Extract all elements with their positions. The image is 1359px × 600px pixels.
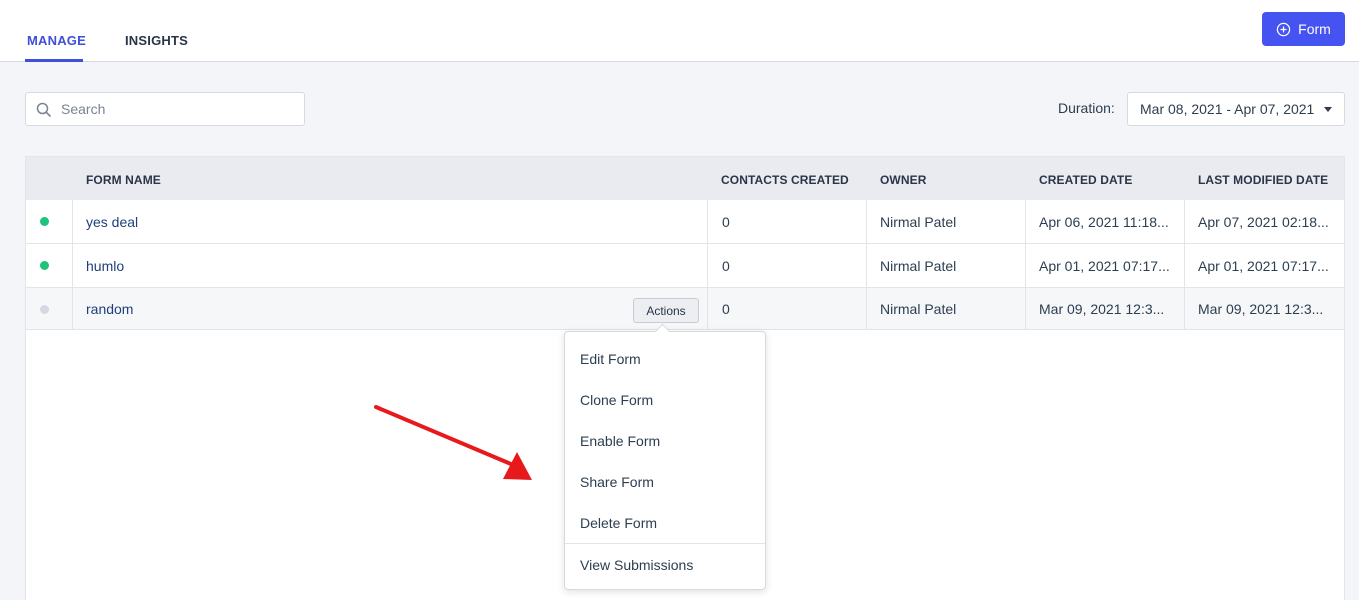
menu-item-clone-form[interactable]: Clone Form: [580, 392, 653, 408]
chevron-down-icon: [1324, 107, 1332, 112]
form-name-link[interactable]: yes deal: [86, 200, 646, 243]
table-header: FORM NAME CONTACTS CREATED OWNER CREATED…: [26, 157, 1344, 200]
status-dot-icon: [40, 217, 49, 226]
table-row[interactable]: yes deal 0 Nirmal Patel Apr 06, 2021 11:…: [26, 200, 1344, 244]
owner-cell: Nirmal Patel: [880, 213, 957, 230]
actions-button[interactable]: Actions: [633, 298, 699, 323]
duration-select[interactable]: Mar 08, 2021 - Apr 07, 2021: [1127, 92, 1345, 126]
table-row[interactable]: random Actions 0 Nirmal Patel Mar 09, 20…: [26, 288, 1344, 330]
search-box: [25, 92, 305, 126]
form-name-link[interactable]: humlo: [86, 244, 646, 287]
menu-item-view-submissions[interactable]: View Submissions: [580, 557, 693, 573]
column-header-contacts-created[interactable]: CONTACTS CREATED: [721, 173, 849, 187]
new-form-button-label: Form: [1298, 21, 1331, 37]
duration-value: Mar 08, 2021 - Apr 07, 2021: [1140, 101, 1315, 117]
menu-item-share-form[interactable]: Share Form: [580, 474, 654, 490]
search-icon: [36, 102, 52, 118]
search-input[interactable]: [61, 93, 299, 125]
active-tab-indicator: [25, 59, 83, 62]
column-header-created-date[interactable]: CREATED DATE: [1039, 173, 1132, 187]
form-name-link[interactable]: random: [86, 288, 626, 329]
new-form-button[interactable]: Form: [1262, 12, 1345, 46]
tab-manage[interactable]: MANAGE: [27, 33, 86, 48]
menu-divider: [565, 543, 765, 544]
created-date-cell: Mar 09, 2021 12:3...: [1039, 300, 1165, 317]
last-modified-date-cell: Apr 01, 2021 07:17...: [1198, 257, 1329, 274]
top-bar: MANAGE INSIGHTS Form: [0, 0, 1359, 62]
last-modified-date-cell: Apr 07, 2021 02:18...: [1198, 213, 1329, 230]
column-header-owner[interactable]: OWNER: [880, 173, 927, 187]
actions-dropdown-menu: Edit Form Clone Form Enable Form Share F…: [564, 331, 766, 590]
table-row[interactable]: humlo 0 Nirmal Patel Apr 01, 2021 07:17.…: [26, 244, 1344, 288]
contacts-created-cell: 0: [722, 300, 730, 317]
status-dot-icon: [40, 305, 49, 314]
column-header-last-modified-date[interactable]: LAST MODIFIED DATE: [1198, 173, 1328, 187]
menu-item-edit-form[interactable]: Edit Form: [580, 351, 641, 367]
annotation-arrow-icon: [374, 405, 532, 480]
contacts-created-cell: 0: [722, 257, 730, 274]
last-modified-date-cell: Mar 09, 2021 12:3...: [1198, 300, 1324, 317]
created-date-cell: Apr 06, 2021 11:18...: [1039, 213, 1169, 230]
status-dot-icon: [40, 261, 49, 270]
owner-cell: Nirmal Patel: [880, 300, 957, 317]
menu-item-delete-form[interactable]: Delete Form: [580, 515, 657, 531]
plus-circle-icon: [1276, 22, 1291, 36]
duration-label: Duration:: [1058, 100, 1115, 116]
tab-insights[interactable]: INSIGHTS: [125, 33, 188, 48]
menu-item-enable-form[interactable]: Enable Form: [580, 433, 660, 449]
contacts-created-cell: 0: [722, 213, 730, 230]
column-header-form-name[interactable]: FORM NAME: [86, 173, 161, 187]
owner-cell: Nirmal Patel: [880, 257, 957, 274]
created-date-cell: Apr 01, 2021 07:17...: [1039, 257, 1170, 274]
